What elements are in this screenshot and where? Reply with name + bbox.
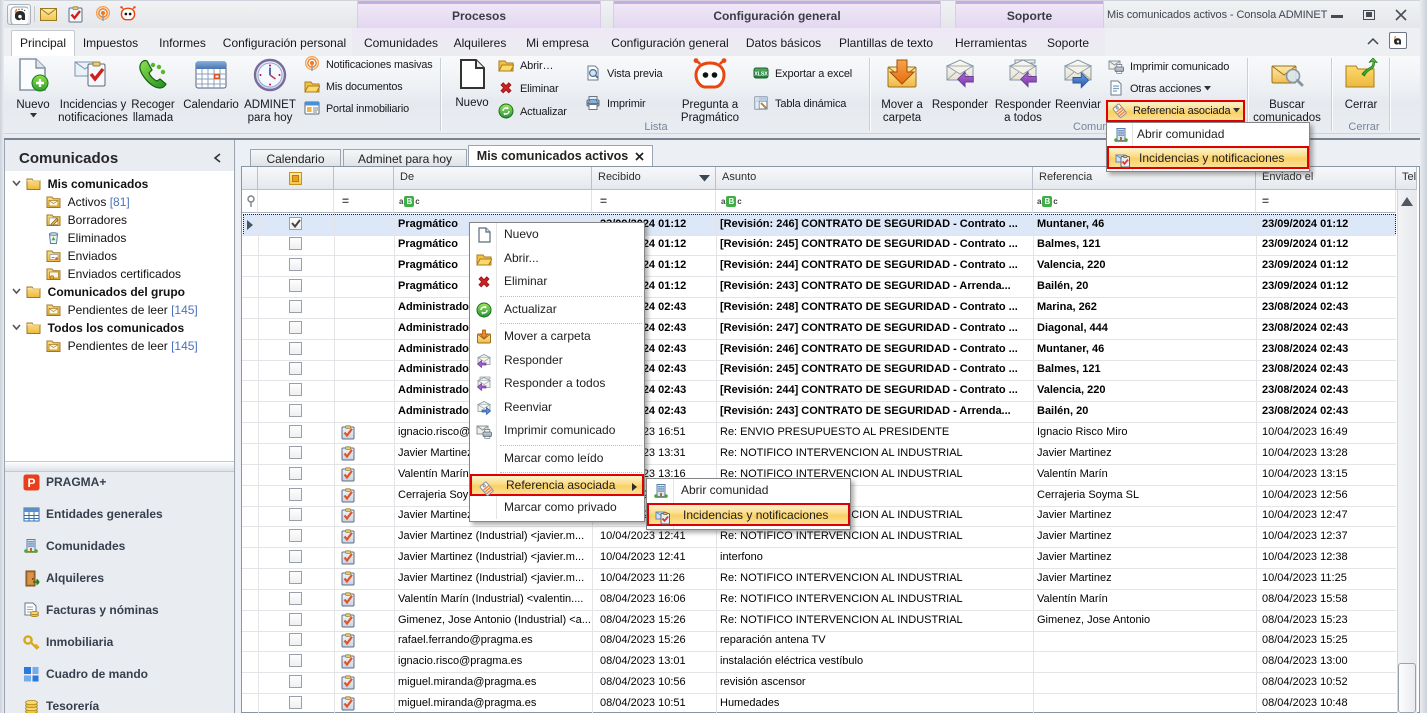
svg-text:P: P (27, 476, 35, 490)
svg-text:XLSX: XLSX (754, 72, 768, 78)
